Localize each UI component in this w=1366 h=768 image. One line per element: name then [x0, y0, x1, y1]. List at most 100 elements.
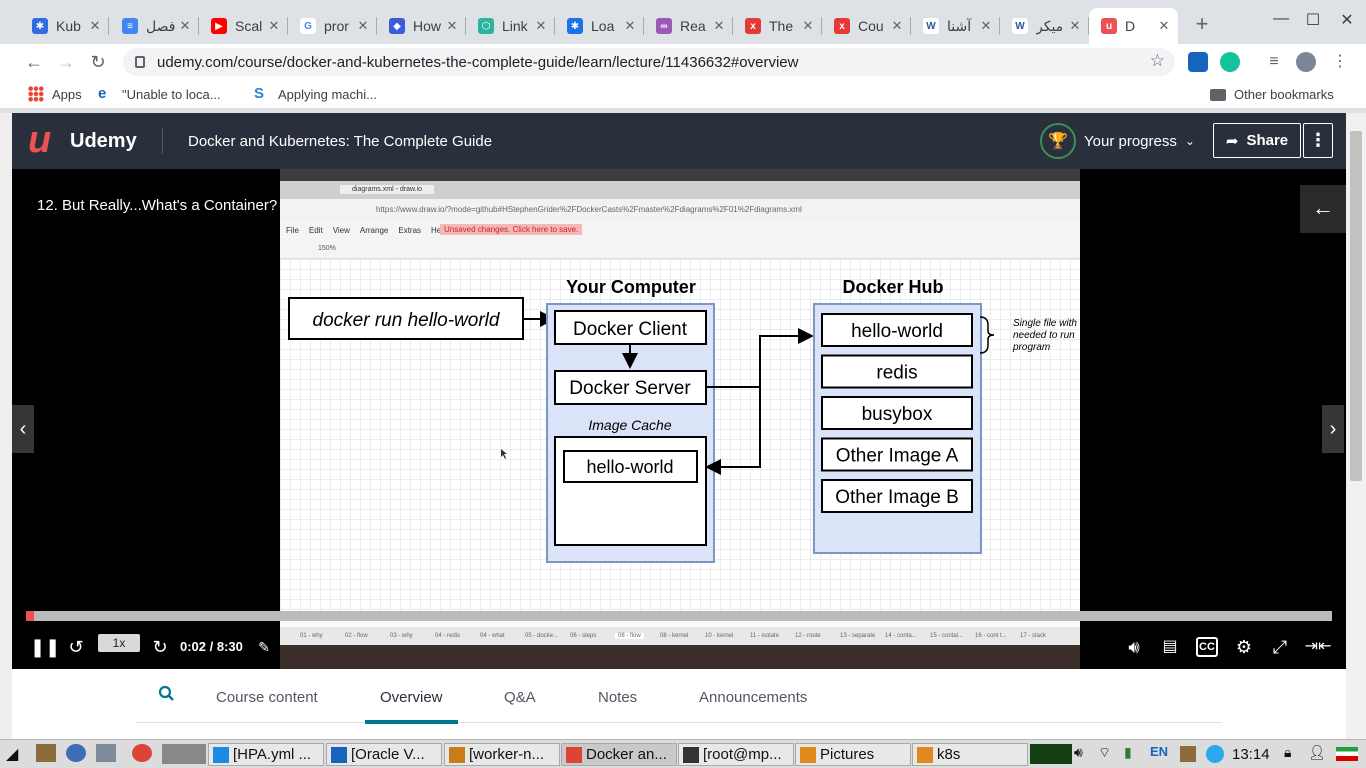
media-control-icon[interactable]: ≡	[1264, 52, 1284, 72]
share-button[interactable]: ➦ Share	[1213, 123, 1301, 158]
next-lecture-arrow[interactable]: ›	[1322, 405, 1344, 453]
new-tab-button[interactable]: +	[1190, 12, 1214, 36]
theater-mode-icon[interactable]: ⇥⇤	[1304, 635, 1332, 659]
close-tab-icon[interactable]: ✕	[87, 18, 103, 34]
browser-tab[interactable]: ◆ How ✕	[377, 8, 466, 44]
close-tab-icon[interactable]: ✕	[622, 18, 638, 34]
clipboard-icon[interactable]	[1180, 746, 1196, 762]
browser-tab[interactable]: u D ✕	[1089, 8, 1178, 44]
browser-tab[interactable]: ⬡ Link ✕	[466, 8, 555, 44]
volume-tray-icon[interactable]: 🔊︎	[1074, 744, 1083, 764]
tab-announcements[interactable]: Announcements	[699, 689, 807, 706]
forward-icon[interactable]: ↻	[148, 635, 172, 659]
close-tab-icon[interactable]: ✕	[355, 18, 371, 34]
minimize-icon[interactable]: —	[1266, 10, 1296, 34]
tab-favicon-icon: ▶	[211, 18, 227, 34]
start-menu-icon[interactable]: ◢	[6, 744, 18, 764]
docker-client-label: Docker Client	[573, 319, 688, 340]
captions-icon[interactable]: CC	[1196, 637, 1218, 657]
address-bar[interactable]: udemy.com/course/docker-and-kubernetes-t…	[123, 48, 1175, 76]
grammarly-icon[interactable]	[1220, 52, 1240, 72]
close-tab-icon[interactable]: ✕	[889, 18, 905, 34]
video-player[interactable]: 12. But Really...What's a Container? dia…	[12, 169, 1346, 669]
keyboard-layout[interactable]: EN	[1150, 744, 1168, 764]
close-tab-icon[interactable]: ✕	[978, 18, 994, 34]
wifi-icon[interactable]: ⌔	[1098, 744, 1111, 764]
chrome-launcher-icon[interactable]	[132, 744, 152, 762]
bookmark-applying[interactable]: S Applying machi...	[254, 85, 377, 103]
taskbar-app[interactable]: Docker an...	[561, 743, 677, 766]
bookmark-apps[interactable]: Apps	[28, 85, 82, 103]
close-tab-icon[interactable]: ✕	[1067, 18, 1083, 34]
chrome-menu-icon[interactable]: ⋮	[1330, 52, 1350, 72]
taskbar-app[interactable]: [HPA.yml ...	[208, 743, 324, 766]
close-tab-icon[interactable]: ✕	[533, 18, 549, 34]
profile-avatar[interactable]	[1296, 52, 1316, 72]
bookmark-star-icon[interactable]: ☆	[1150, 51, 1165, 71]
sidebar-toggle-arrow[interactable]: ←	[1300, 185, 1346, 233]
browser-tab[interactable]: ▶ Scal ✕	[199, 8, 288, 44]
scrollbar-thumb[interactable]	[1350, 131, 1362, 481]
close-tab-icon[interactable]: ✕	[1156, 18, 1172, 34]
page-scrollbar[interactable]	[1346, 113, 1366, 739]
close-tab-icon[interactable]: ✕	[177, 18, 193, 34]
browser-tab[interactable]: x Cou ✕	[822, 8, 911, 44]
tab-overview[interactable]: Overview	[380, 689, 443, 706]
course-title[interactable]: Docker and Kubernetes: The Complete Guid…	[188, 133, 492, 150]
browser-tab[interactable]: W میکر ✕	[1000, 8, 1089, 44]
tab-notes[interactable]: Notes	[598, 689, 637, 706]
browser-tab[interactable]: ∞ Rea ✕	[644, 8, 733, 44]
close-tab-icon[interactable]: ✕	[800, 18, 816, 34]
more-options-button[interactable]: ⋮	[1303, 123, 1333, 158]
close-window-icon[interactable]: ✕	[1332, 10, 1362, 34]
player-controls: ❚❚ ↺ 1x ↻ 0:02 / 8:30 ✎ 🔊︎ ▤ CC ⚙ ⤢ ⇥⇤	[12, 629, 1346, 669]
bookmark-unable[interactable]: e "Unable to loca...	[98, 85, 221, 103]
tab-qa[interactable]: Q&A	[504, 689, 536, 706]
browser-tab[interactable]: ✱ Kub ✕	[20, 8, 109, 44]
desktop-launcher-icon[interactable]	[96, 744, 116, 762]
user-icon[interactable]: 👤︎	[1308, 744, 1326, 764]
lock-screen-icon[interactable]: 🔒︎	[1284, 744, 1291, 764]
extension-clapper-icon[interactable]	[1188, 52, 1208, 72]
rewind-icon[interactable]: ↺	[64, 635, 88, 659]
speed-button[interactable]: 1x	[98, 634, 140, 652]
file-manager-launcher-icon[interactable]	[36, 744, 56, 762]
pause-icon[interactable]: ❚❚	[30, 635, 60, 659]
progress-dropdown[interactable]: 🏆 Your progress ⌄	[1040, 123, 1195, 159]
taskbar-app[interactable]: k8s	[912, 743, 1028, 766]
udemy-logo[interactable]: u Udemy	[28, 121, 137, 159]
settings-gear-icon[interactable]: ⚙	[1232, 635, 1256, 659]
fullscreen-icon[interactable]: ⤢	[1268, 635, 1292, 659]
browser-launcher-icon[interactable]	[66, 744, 86, 762]
taskbar-app[interactable]: [Oracle V...	[326, 743, 442, 766]
forward-icon[interactable]: →	[52, 48, 80, 76]
close-tab-icon[interactable]: ✕	[266, 18, 282, 34]
language-flag-icon[interactable]	[1336, 747, 1358, 761]
browser-tab[interactable]: Gpror ✕	[288, 8, 377, 44]
volume-icon[interactable]: 🔊︎	[1122, 635, 1146, 659]
browser-tab[interactable]: ≡ فصل ✕	[110, 8, 199, 44]
notes-pencil-icon[interactable]: ✎	[254, 635, 274, 659]
browser-tab[interactable]: x The ✕	[733, 8, 822, 44]
telegram-icon[interactable]	[1206, 745, 1224, 763]
taskbar-app[interactable]: [root@mp...	[678, 743, 794, 766]
search-icon[interactable]	[158, 685, 174, 703]
reload-icon[interactable]: ↻	[84, 48, 112, 76]
other-bookmarks-label: Other bookmarks	[1234, 86, 1334, 102]
maximize-icon[interactable]: ☐	[1298, 10, 1328, 34]
taskbar-app[interactable]: [worker-n...	[444, 743, 560, 766]
battery-icon[interactable]: ▮	[1124, 744, 1132, 764]
browser-tab[interactable]: ✱ Loa ✕	[555, 8, 644, 44]
other-bookmarks[interactable]: Other bookmarks	[1210, 85, 1334, 103]
tab-course-content[interactable]: Course content	[216, 689, 318, 706]
embedded-zoom: 150%	[318, 245, 336, 252]
back-icon[interactable]: ←	[20, 48, 48, 76]
workspace-switcher[interactable]	[162, 744, 206, 764]
close-tab-icon[interactable]: ✕	[711, 18, 727, 34]
browser-tab[interactable]: W آشنا ✕	[911, 8, 1000, 44]
close-tab-icon[interactable]: ✕	[444, 18, 460, 34]
taskbar-app[interactable]: Pictures	[795, 743, 911, 766]
previous-lecture-arrow[interactable]: ‹	[12, 405, 34, 453]
transcript-icon[interactable]: ▤	[1160, 635, 1180, 659]
seek-bar[interactable]	[26, 611, 1332, 621]
